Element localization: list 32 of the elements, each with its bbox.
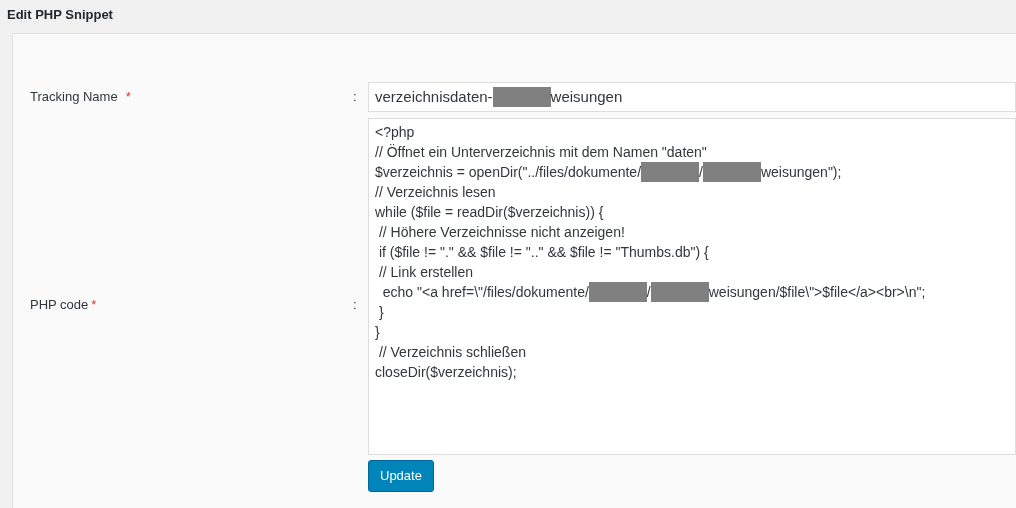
code-text: closeDir($verzeichnis); xyxy=(375,363,517,382)
code-text: weisungen/$file\">$file</a><br>\n"; xyxy=(708,283,926,302)
code-text: } xyxy=(377,303,384,322)
code-text: echo "<a href=\"/files/dokumente/ xyxy=(381,283,589,302)
code-text: // Öffnet ein Unterverzeichnis mit dem Namen "daten" xyxy=(375,143,707,162)
code-text: } xyxy=(375,323,380,342)
code-text: <?php xyxy=(375,123,415,142)
redaction-block xyxy=(650,282,709,302)
field-label: PHP code xyxy=(30,296,89,315)
redaction-block xyxy=(641,162,700,182)
code-text: / xyxy=(699,163,703,182)
separator: : xyxy=(353,296,357,315)
code-text: / xyxy=(646,283,651,302)
code-text: // Verzeichnis schließen xyxy=(377,343,526,362)
code-text: if ($file != "." && $file != ".." && $file != "Thumbs.db") { xyxy=(377,243,709,262)
code-text: // Höhere Verzeichnisse nicht anzeigen! xyxy=(377,223,625,242)
required-mark: * xyxy=(91,296,97,315)
redaction-block xyxy=(702,162,761,182)
code-text: verzeichnisdaten- xyxy=(375,86,493,107)
redaction-block xyxy=(588,282,647,302)
code-text: // Verzeichnis lesen xyxy=(375,183,496,202)
code-text: while ($file = readDir($verzeichnis)) { xyxy=(375,203,604,222)
page-title: Edit PHP Snippet xyxy=(7,6,113,25)
redaction-block xyxy=(492,87,551,107)
update-button[interactable]: Update xyxy=(368,460,434,492)
separator: : xyxy=(353,88,358,107)
code-text: $verzeichnis = openDir("../files/dokumente/ xyxy=(375,163,642,182)
code-text: weisungen"); xyxy=(760,163,842,182)
required-mark: * xyxy=(125,88,131,107)
code-text: // Link erstellen xyxy=(377,263,474,282)
field-label: Tracking Name xyxy=(30,88,118,107)
php-code-field[interactable] xyxy=(368,118,1016,455)
